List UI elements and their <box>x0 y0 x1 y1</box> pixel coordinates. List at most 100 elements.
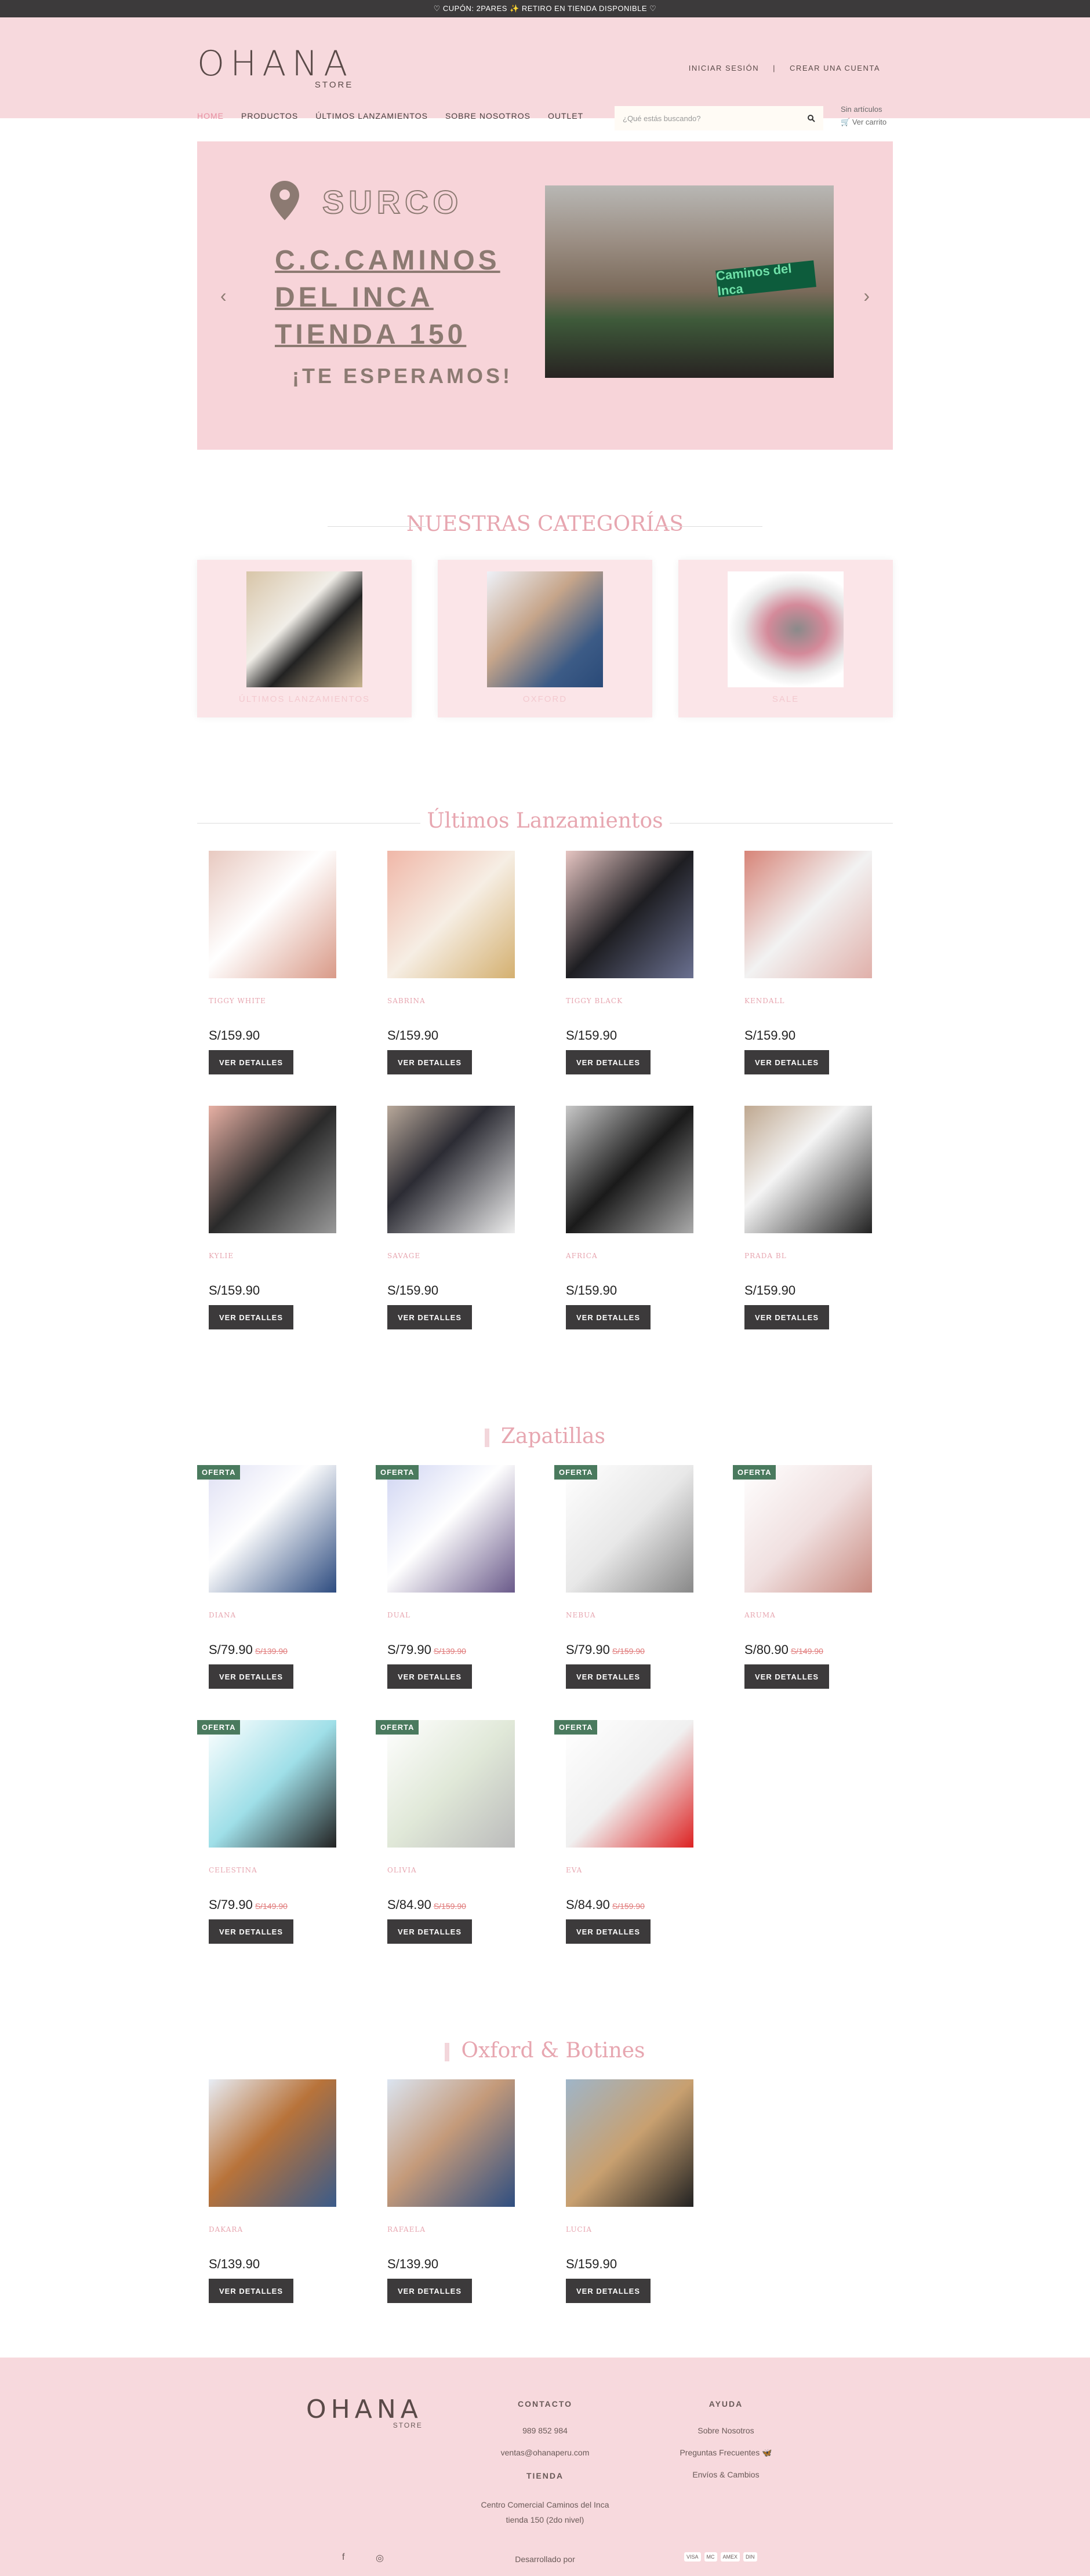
product-image[interactable] <box>744 851 872 978</box>
product-name[interactable]: TIGGY WHITE <box>209 997 266 1005</box>
product-image[interactable] <box>566 1106 693 1233</box>
price-current: S/79.90 <box>387 1642 431 1657</box>
footer-logo: OHANA STORE <box>306 2397 423 2430</box>
details-button[interactable]: VER DETALLES <box>387 1050 472 1074</box>
product-name[interactable]: SABRINA <box>387 997 426 1005</box>
product-price: S/79.90 S/139.90 <box>387 1642 466 1657</box>
product-image[interactable] <box>566 2079 693 2207</box>
product-image[interactable] <box>387 851 515 978</box>
register-link[interactable]: CREAR UNA CUENTA <box>790 64 880 72</box>
help-link-about[interactable]: Sobre Nosotros <box>656 2424 795 2437</box>
search-icon[interactable] <box>807 114 815 122</box>
help-title: AYUDA <box>708 2399 743 2409</box>
help-link-faq[interactable]: Preguntas Frecuentes 🦋 <box>656 2446 795 2460</box>
promo-text: ♡ CUPÓN: 2PARES ✨ RETIRO EN TIENDA DISPO… <box>433 4 657 13</box>
product-image[interactable] <box>387 1465 515 1593</box>
logo[interactable]: OHANA STORE <box>197 46 353 90</box>
nav-launches[interactable]: ÚLTIMOS LANZAMIENTOS <box>315 111 428 121</box>
product-name[interactable]: TIGGY BLACK <box>566 997 623 1005</box>
product-image[interactable] <box>566 1720 693 1848</box>
product-image[interactable] <box>387 1106 515 1233</box>
product-image[interactable] <box>744 1465 872 1593</box>
product-name[interactable]: EVA <box>566 1866 582 1874</box>
instagram-icon[interactable]: ◎ <box>376 2552 384 2564</box>
price-current: S/159.90 <box>387 1028 439 1043</box>
nav-home[interactable]: HOME <box>197 111 224 121</box>
cart-icon: 🛒 <box>841 118 851 127</box>
details-button[interactable]: VER DETALLES <box>387 1664 472 1689</box>
details-button[interactable]: VER DETALLES <box>209 2279 293 2303</box>
category-image <box>246 571 362 687</box>
product-name[interactable]: PRADA BL <box>744 1252 787 1260</box>
product-image[interactable] <box>209 851 336 978</box>
title-divider <box>670 823 893 824</box>
product-image[interactable] <box>744 1106 872 1233</box>
title-bar <box>445 2043 450 2061</box>
price-old: S/159.90 <box>612 1646 645 1656</box>
search-input[interactable]: ¿Qué estás buscando? <box>615 106 823 130</box>
product-name[interactable]: ARUMA <box>744 1611 776 1619</box>
oxford-title: Oxford & Botines <box>197 2039 893 2063</box>
help-link-shipping[interactable]: Envíos & Cambios <box>656 2468 795 2482</box>
nav-products[interactable]: PRODUCTOS <box>241 111 298 121</box>
product-name[interactable]: DUAL <box>387 1611 410 1619</box>
amex-icon: AMEX <box>720 2552 740 2562</box>
product-name[interactable]: OLIVIA <box>387 1866 417 1874</box>
product-price: S/84.90 S/159.90 <box>566 1897 645 1912</box>
details-button[interactable]: VER DETALLES <box>387 2279 472 2303</box>
details-button[interactable]: VER DETALLES <box>566 1305 651 1329</box>
details-button[interactable]: VER DETALLES <box>566 1919 651 1944</box>
details-button[interactable]: VER DETALLES <box>744 1664 829 1689</box>
details-button[interactable]: VER DETALLES <box>209 1664 293 1689</box>
details-button[interactable]: VER DETALLES <box>209 1919 293 1944</box>
product-image[interactable] <box>387 1720 515 1848</box>
store-photo: Caminos del Inca <box>545 185 834 378</box>
product-image[interactable] <box>209 2079 336 2207</box>
email-link[interactable]: ventas@ohanaperu.com <box>475 2446 615 2460</box>
logo-sub: STORE <box>314 80 354 90</box>
category-card-sale[interactable]: SALE <box>678 560 893 717</box>
product-image[interactable] <box>566 1465 693 1593</box>
product-name[interactable]: RAFAELA <box>387 2225 426 2233</box>
details-button[interactable]: VER DETALLES <box>744 1305 829 1329</box>
title-divider <box>197 823 420 824</box>
product-image[interactable] <box>387 2079 515 2207</box>
details-button[interactable]: VER DETALLES <box>387 1919 472 1944</box>
nav-outlet[interactable]: OUTLET <box>548 111 583 121</box>
product-name[interactable]: DAKARA <box>209 2225 243 2233</box>
product-image[interactable] <box>566 851 693 978</box>
product-name[interactable]: CELESTINA <box>209 1866 257 1874</box>
product-image[interactable] <box>209 1106 336 1233</box>
price-old: S/159.90 <box>612 1901 645 1911</box>
category-card-launches[interactable]: ÚLTIMOS LANZAMIENTOS <box>197 560 412 717</box>
chevron-right-icon[interactable]: › <box>863 285 870 307</box>
product-name[interactable]: NEBUA <box>566 1611 596 1619</box>
details-button[interactable]: VER DETALLES <box>566 2279 651 2303</box>
facebook-icon[interactable]: f <box>342 2552 344 2563</box>
details-button[interactable]: VER DETALLES <box>387 1305 472 1329</box>
price-old: S/149.90 <box>790 1646 823 1656</box>
cart-widget[interactable]: Sin artículos 🛒 Ver carrito <box>841 103 886 129</box>
phone-link[interactable]: 989 852 984 <box>475 2424 615 2437</box>
product-name[interactable]: KENDALL <box>744 997 784 1005</box>
product-image[interactable] <box>209 1465 336 1593</box>
details-button[interactable]: VER DETALLES <box>209 1050 293 1074</box>
price-current: S/84.90 <box>387 1897 431 1912</box>
product-name[interactable]: DIANA <box>209 1611 236 1619</box>
chevron-left-icon[interactable]: ‹ <box>220 285 227 307</box>
product-name[interactable]: KYLIE <box>209 1252 234 1260</box>
details-button[interactable]: VER DETALLES <box>209 1305 293 1329</box>
product-name[interactable]: AFRICA <box>566 1252 598 1260</box>
login-link[interactable]: INICIAR SESIÓN <box>689 64 759 72</box>
product-name[interactable]: LUCIA <box>566 2225 592 2233</box>
product-image[interactable] <box>209 1720 336 1848</box>
product-name[interactable]: SAVAGE <box>387 1252 420 1260</box>
cart-link[interactable]: Ver carrito <box>852 118 886 126</box>
nav-about[interactable]: SOBRE NOSOTROS <box>445 111 531 121</box>
link-separator: | <box>773 64 776 72</box>
category-card-oxford[interactable]: OXFORD <box>438 560 652 717</box>
offer-badge: OFERTA <box>197 1465 241 1480</box>
details-button[interactable]: VER DETALLES <box>566 1664 651 1689</box>
details-button[interactable]: VER DETALLES <box>744 1050 829 1074</box>
details-button[interactable]: VER DETALLES <box>566 1050 651 1074</box>
